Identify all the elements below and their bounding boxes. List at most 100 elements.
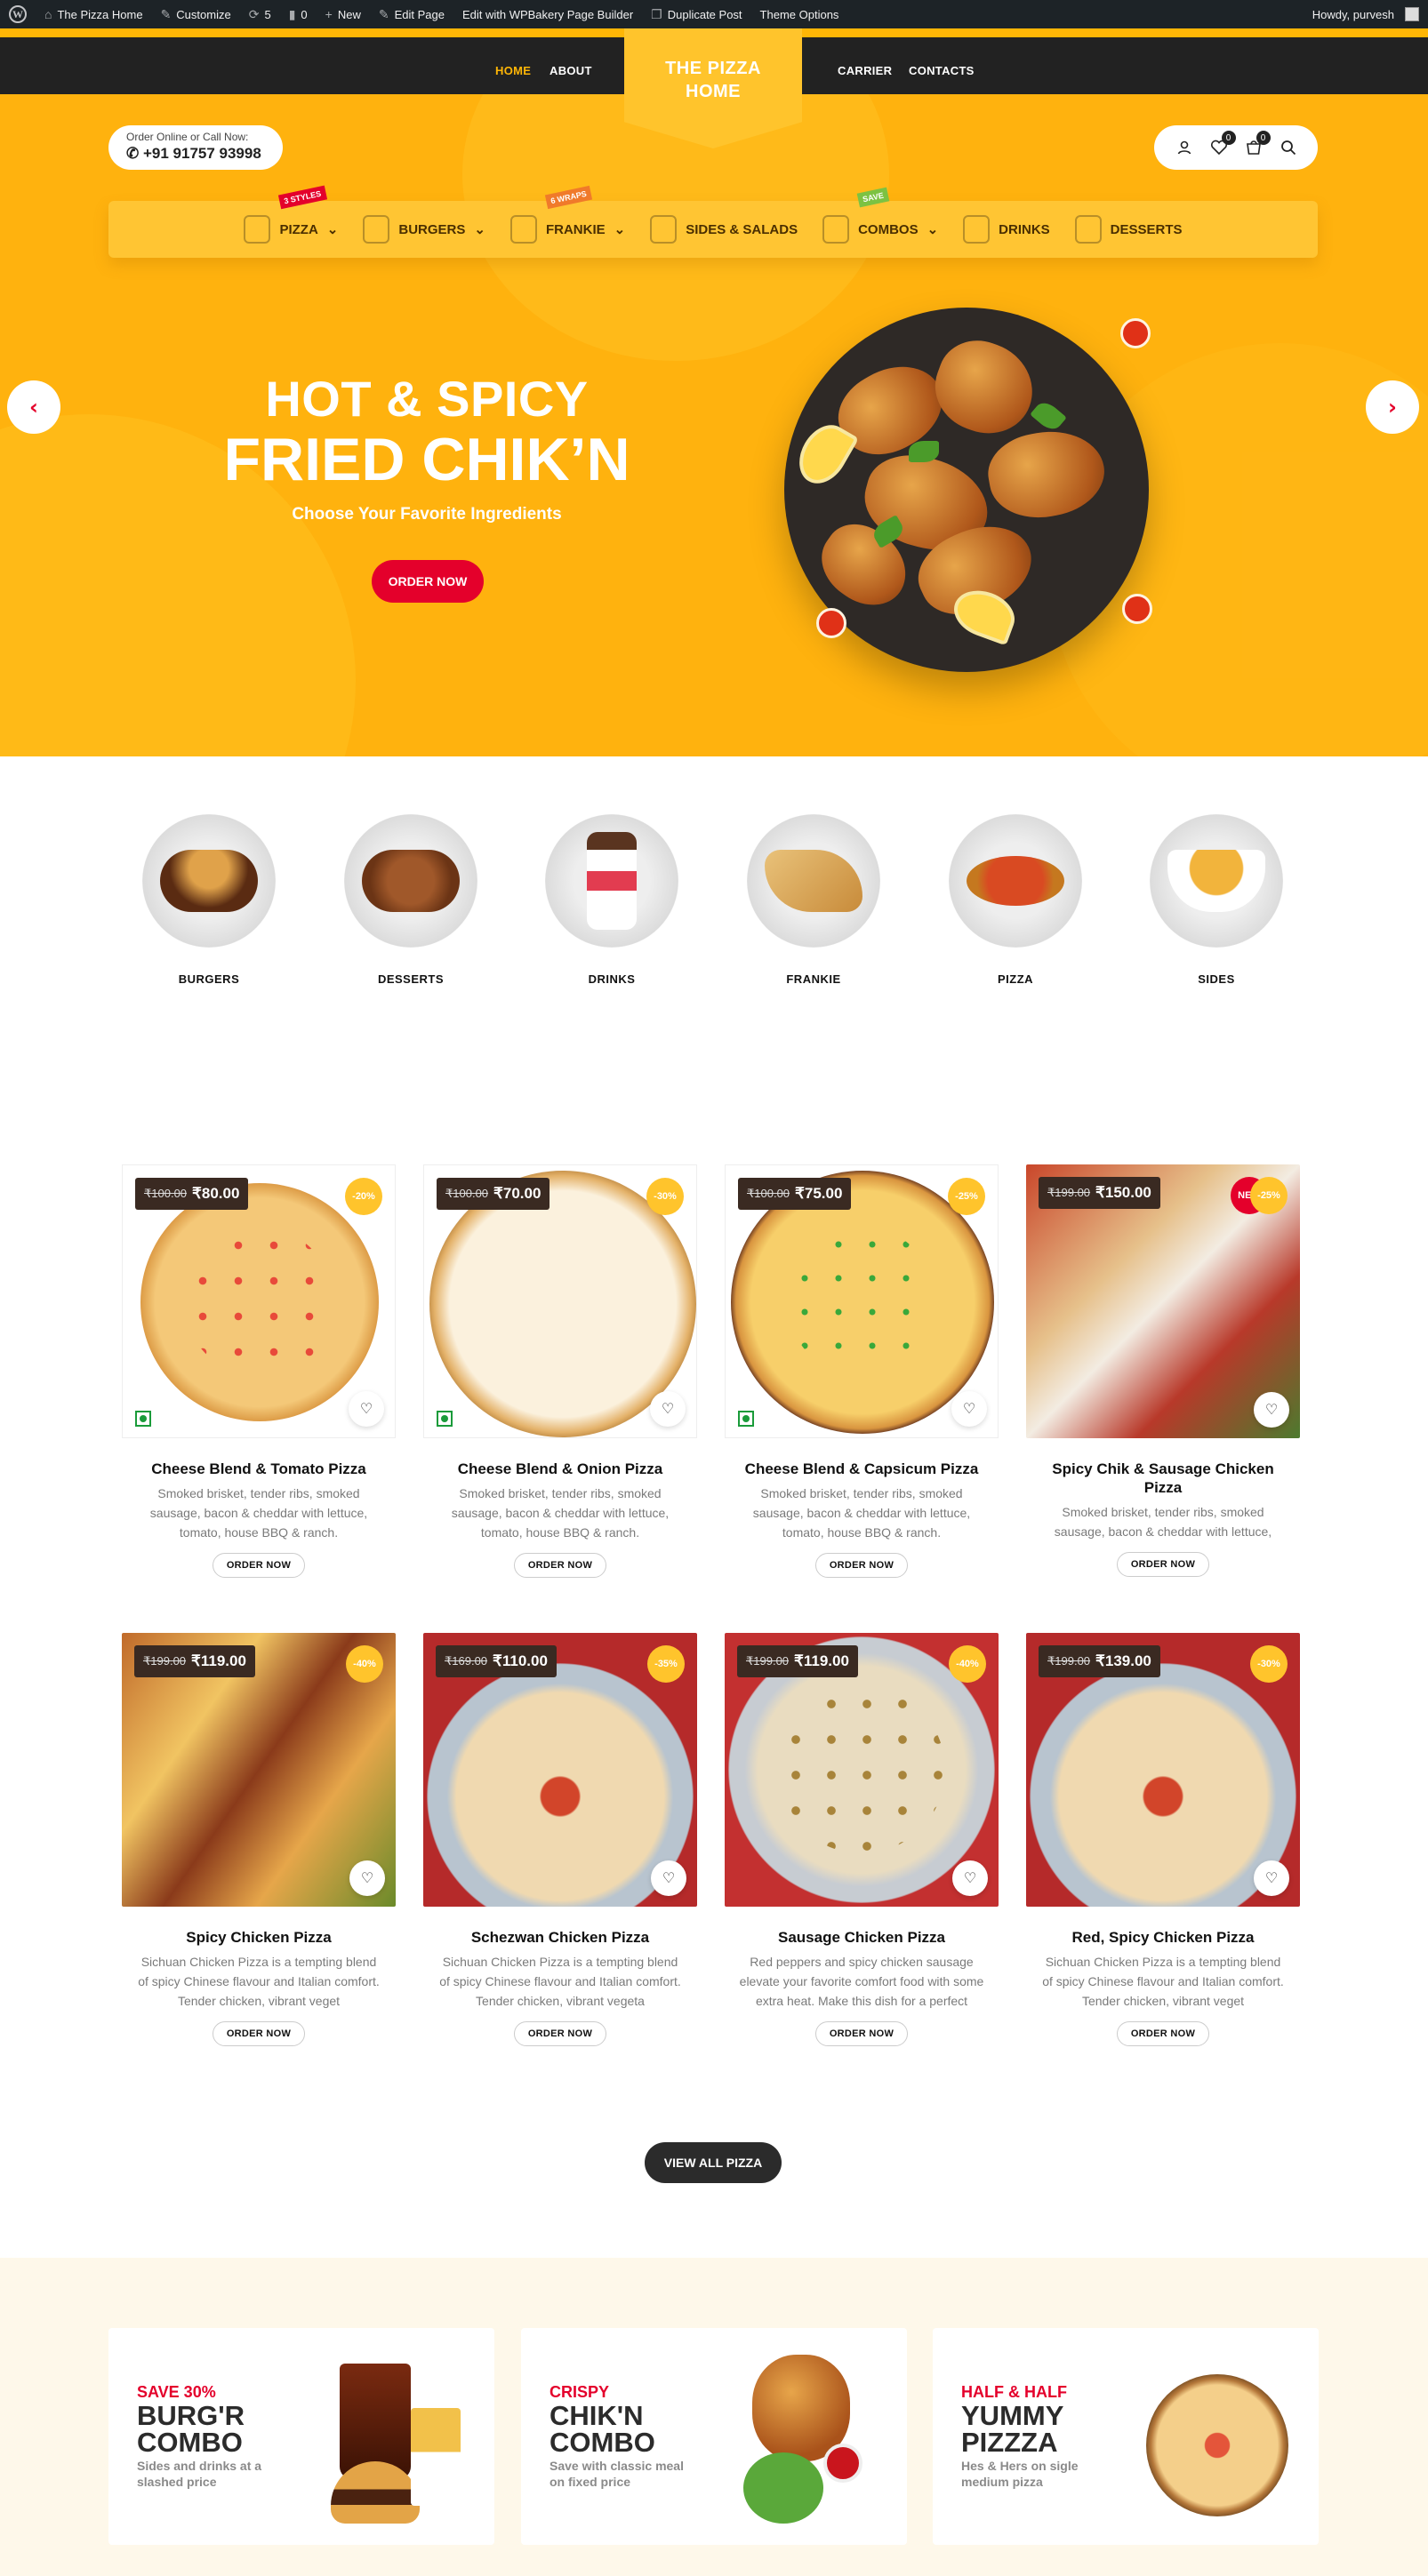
product-image[interactable]: ₹100.00 ₹80.00 -20% ♡ bbox=[122, 1164, 396, 1438]
menu-item-sides-salads[interactable]: SIDES & SALADS bbox=[650, 215, 798, 244]
theme-options-link[interactable]: Theme Options bbox=[751, 0, 848, 28]
wishlist-button[interactable]: ♡ bbox=[951, 1391, 987, 1427]
order-now-button[interactable]: ORDER NOW bbox=[815, 1553, 908, 1578]
discount-badge: -25% bbox=[948, 1178, 985, 1215]
product-title[interactable]: Spicy Chik & Sausage Chicken Pizza bbox=[1026, 1460, 1300, 1497]
order-now-button[interactable]: ORDER NOW bbox=[1117, 2021, 1209, 2046]
wishlist-button[interactable]: 0 bbox=[1207, 131, 1236, 159]
slider-next-button[interactable]: › bbox=[1366, 380, 1419, 434]
nav-about[interactable]: ABOUT bbox=[550, 64, 592, 77]
customize-link[interactable]: ✎ Customize bbox=[152, 0, 240, 28]
order-now-button[interactable]: ORDER NOW bbox=[213, 2021, 305, 2046]
product-card[interactable]: ₹199.00 ₹150.00 NEW -25% ♡ Spicy Chik & S… bbox=[1026, 1164, 1300, 1577]
order-now-button[interactable]: ORDER NOW bbox=[514, 2021, 606, 2046]
product-card[interactable]: ₹100.00 ₹75.00 -25% ♡ Cheese Blend & Caps… bbox=[725, 1164, 999, 1578]
wishlist-button[interactable]: ♡ bbox=[650, 1391, 686, 1427]
category-sides[interactable]: SIDES bbox=[1141, 814, 1292, 986]
menu-item-pizza[interactable]: PIZZA ⌄ 3 STYLES bbox=[244, 185, 339, 244]
duplicate-post-link[interactable]: ❐ Duplicate Post bbox=[642, 0, 750, 28]
admin-bar: W ⌂ The Pizza Home ✎ Customize ⟳ 5 ▮ 0 + New … bbox=[0, 0, 1428, 28]
product-card[interactable]: ₹199.00 ₹119.00 -40% ♡ Sausage Chicken Pi… bbox=[725, 1633, 999, 2046]
order-now-button[interactable]: ORDER NOW bbox=[1117, 1552, 1209, 1577]
menu-item-burgers[interactable]: BURGERS ⌄ bbox=[363, 215, 485, 244]
product-card[interactable]: ₹100.00 ₹70.00 -30% ♡ Cheese Blend & Onio… bbox=[423, 1164, 697, 1578]
product-card[interactable]: ₹169.00 ₹110.00 -35% ♡ Schezwan Chicken P… bbox=[423, 1633, 697, 2046]
product-image[interactable]: ₹100.00 ₹70.00 -30% ♡ bbox=[423, 1164, 697, 1438]
product-title[interactable]: Schezwan Chicken Pizza bbox=[423, 1928, 697, 1947]
menu-item-drinks[interactable]: DRINKS bbox=[963, 215, 1050, 244]
edit-page-link[interactable]: ✎ Edit Page bbox=[370, 0, 453, 28]
order-now-button[interactable]: ORDER NOW bbox=[213, 1553, 305, 1578]
product-description: Sichuan Chicken Pizza is a tempting blen… bbox=[1042, 1955, 1284, 2008]
wishlist-button[interactable]: ♡ bbox=[952, 1860, 988, 1896]
product-title[interactable]: Red, Spicy Chicken Pizza bbox=[1026, 1928, 1300, 1947]
my-account-link[interactable]: Howdy, purvesh bbox=[1304, 0, 1428, 28]
product-image[interactable]: ₹100.00 ₹75.00 -25% ♡ bbox=[725, 1164, 999, 1438]
product-title[interactable]: Sausage Chicken Pizza bbox=[725, 1928, 999, 1947]
category-pizza[interactable]: PIZZA bbox=[940, 814, 1091, 986]
product-image[interactable]: ₹169.00 ₹110.00 -35% ♡ bbox=[423, 1633, 697, 1907]
order-now-button[interactable]: ORDER NOW bbox=[514, 1553, 606, 1578]
product-image[interactable]: ₹199.00 ₹150.00 NEW -25% ♡ bbox=[1026, 1164, 1300, 1438]
hero-order-button[interactable]: ORDER NOW bbox=[372, 560, 484, 603]
chevron-down-icon: ⌄ bbox=[474, 222, 485, 237]
updates-link[interactable]: ⟳ 5 bbox=[240, 0, 280, 28]
heart-icon: ♡ bbox=[662, 1871, 676, 1886]
slider-prev-button[interactable]: ‹ bbox=[7, 380, 60, 434]
product-image[interactable]: ₹199.00 ₹119.00 -40% ♡ bbox=[122, 1633, 396, 1907]
menu-item-combos[interactable]: COMBOS ⌄ SAVE bbox=[822, 187, 938, 244]
combo-card-chicken[interactable]: CRISPY CHIK'N COMBO Save with classic mea… bbox=[521, 2328, 907, 2545]
price-tag: ₹100.00 ₹75.00 bbox=[738, 1178, 852, 1210]
nav-home[interactable]: HOME bbox=[495, 64, 531, 77]
combo-card-burger[interactable]: SAVE 30% BURG'R COMBO Sides and drinks at… bbox=[108, 2328, 494, 2545]
wishlist-button[interactable]: ♡ bbox=[1254, 1392, 1289, 1428]
fries-image bbox=[411, 2408, 461, 2506]
home-icon: ⌂ bbox=[44, 7, 52, 21]
category-frankie[interactable]: FRANKIE bbox=[738, 814, 889, 986]
heart-icon: ♡ bbox=[1264, 1403, 1279, 1418]
chevron-down-icon: ⌄ bbox=[614, 222, 626, 237]
product-image[interactable]: ₹199.00 ₹119.00 -40% ♡ bbox=[725, 1633, 999, 1907]
wishlist-button[interactable]: ♡ bbox=[651, 1860, 686, 1896]
product-title[interactable]: Cheese Blend & Capsicum Pizza bbox=[725, 1460, 999, 1478]
category-burgers[interactable]: BURGERS bbox=[133, 814, 285, 986]
product-card[interactable]: ₹100.00 ₹80.00 -20% ♡ Cheese Blend & Toma… bbox=[122, 1164, 396, 1578]
heart-icon: ♡ bbox=[360, 1871, 374, 1886]
wishlist-button[interactable]: ♡ bbox=[349, 1860, 385, 1896]
brush-icon: ✎ bbox=[160, 6, 172, 21]
nav-carrier[interactable]: CARRIER bbox=[838, 64, 892, 77]
discount-badge: -20% bbox=[345, 1178, 382, 1215]
site-name-link[interactable]: ⌂ The Pizza Home bbox=[36, 0, 152, 28]
category-drinks[interactable]: DRINKS bbox=[536, 814, 687, 986]
product-title[interactable]: Cheese Blend & Tomato Pizza bbox=[122, 1460, 396, 1478]
chevron-down-icon: ⌄ bbox=[326, 222, 339, 237]
order-now-button[interactable]: ORDER NOW bbox=[815, 2021, 908, 2046]
product-image[interactable]: ₹199.00 ₹139.00 -30% ♡ bbox=[1026, 1633, 1300, 1907]
price-tag: ₹100.00 ₹70.00 bbox=[437, 1178, 550, 1210]
updates-icon: ⟳ bbox=[248, 6, 260, 21]
product-description: Smoked brisket, tender ribs, smoked saus… bbox=[149, 1486, 368, 1540]
cart-button[interactable]: 0 bbox=[1242, 131, 1271, 159]
menu-item-desserts[interactable]: DESSERTS bbox=[1074, 215, 1183, 244]
view-all-pizza-button[interactable]: VIEW ALL PIZZA bbox=[645, 2142, 782, 2183]
wishlist-button[interactable]: ♡ bbox=[1254, 1860, 1289, 1896]
product-card[interactable]: ₹199.00 ₹119.00 -40% ♡ Spicy Chicken Pizz… bbox=[122, 1633, 396, 2046]
wp-logo-menu[interactable]: W bbox=[0, 0, 36, 28]
product-title[interactable]: Spicy Chicken Pizza bbox=[122, 1928, 396, 1947]
combo-card-pizza[interactable]: HALF & HALF YUMMY PIZZZA Hes & Hers on si… bbox=[933, 2328, 1319, 2545]
call-now-box[interactable]: Order Online or Call Now: ✆ +91 91757 93… bbox=[108, 125, 283, 170]
search-button[interactable] bbox=[1277, 136, 1300, 159]
duplicate-icon: ❐ bbox=[651, 6, 662, 21]
product-title[interactable]: Cheese Blend & Onion Pizza bbox=[423, 1460, 697, 1478]
wpbakery-link[interactable]: Edit with WPBakery Page Builder bbox=[453, 0, 642, 28]
category-desserts[interactable]: DESSERTS bbox=[335, 814, 486, 986]
product-card[interactable]: ₹199.00 ₹139.00 -30% ♡ Red, Spicy Chicken… bbox=[1026, 1633, 1300, 2046]
comments-link[interactable]: ▮ 0 bbox=[280, 0, 317, 28]
phone-number: +91 91757 93998 bbox=[142, 145, 261, 162]
wishlist-button[interactable]: ♡ bbox=[349, 1391, 384, 1427]
menu-item-frankie[interactable]: FRANKIE ⌄ 6 WRAPS bbox=[509, 185, 626, 244]
new-content-link[interactable]: + New bbox=[317, 0, 370, 28]
account-button[interactable] bbox=[1173, 136, 1196, 159]
nav-contacts[interactable]: CONTACTS bbox=[909, 64, 975, 77]
header-icons: 0 0 bbox=[1154, 125, 1318, 170]
